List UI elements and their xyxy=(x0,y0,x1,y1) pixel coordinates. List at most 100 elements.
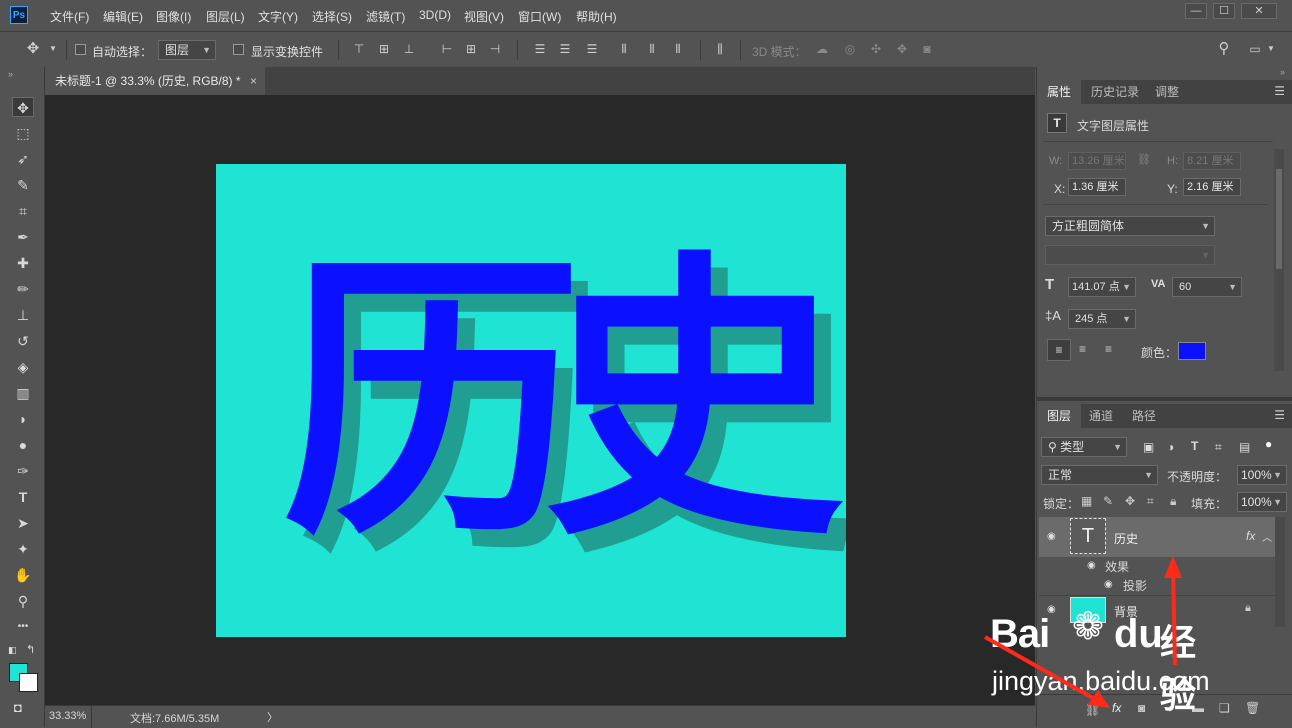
link-layers-icon[interactable]: ⛓ xyxy=(1085,703,1100,717)
tab-properties[interactable]: 属性 xyxy=(1037,80,1082,104)
menu-file[interactable]: 文件(F) xyxy=(50,8,89,25)
tab-paths[interactable]: 路径 xyxy=(1122,404,1166,428)
blur-tool-icon[interactable]: ◗ xyxy=(12,409,34,429)
filter-toggle-icon[interactable]: ● xyxy=(1265,437,1273,451)
3d-roll-icon[interactable]: ◎ xyxy=(843,42,857,56)
show-transform-checkbox[interactable] xyxy=(233,44,244,55)
distribute-bottom-icon[interactable]: ☰ xyxy=(585,42,599,56)
align-text-right-icon[interactable]: ≡ xyxy=(1105,342,1112,356)
3d-orbit-icon[interactable]: ☁ xyxy=(815,42,829,56)
eye-icon[interactable]: ◉ xyxy=(1104,580,1118,590)
collapse-effects-icon[interactable]: ︿ xyxy=(1262,529,1272,544)
quick-select-tool-icon[interactable]: ✎ xyxy=(12,175,34,195)
align-text-left-icon[interactable]: ≡ xyxy=(1047,339,1071,361)
filter-shape-icon[interactable]: ⌗ xyxy=(1215,440,1222,455)
delete-layer-icon[interactable]: 🗑︎ xyxy=(1245,701,1260,715)
brush-tool-icon[interactable]: ✏ xyxy=(12,279,34,299)
menu-view[interactable]: 视图(V) xyxy=(464,8,504,25)
3d-pan-icon[interactable]: ✣ xyxy=(869,42,883,56)
filter-smartobject-icon[interactable]: ▤ xyxy=(1239,440,1250,454)
lock-transparent-icon[interactable]: ▦ xyxy=(1081,494,1092,508)
collapse-icon[interactable]: » xyxy=(8,69,13,79)
align-bottom-icon[interactable]: ⊥ xyxy=(402,42,416,56)
distribute-left-icon[interactable]: ⫴ xyxy=(617,42,631,56)
lock-pixels-icon[interactable]: ✎ xyxy=(1103,494,1113,508)
opacity-field[interactable]: 100% ▼ xyxy=(1237,465,1287,485)
menu-window[interactable]: 窗口(W) xyxy=(518,8,561,25)
healing-tool-icon[interactable]: ✚ xyxy=(12,253,34,273)
quick-mask-icon[interactable]: ◘ xyxy=(14,700,22,715)
font-style-dropdown[interactable]: ▼ xyxy=(1045,245,1215,265)
lock-all-icon[interactable]: 🔒︎ xyxy=(1170,494,1176,509)
move-tool-preset-icon[interactable]: ✥ xyxy=(26,41,40,56)
status-more-icon[interactable]: 〉 xyxy=(267,709,278,725)
filter-adjustment-icon[interactable]: ◑ xyxy=(1167,440,1174,454)
menu-filter[interactable]: 滤镜(T) xyxy=(366,8,405,25)
properties-scrollbar[interactable] xyxy=(1274,149,1284,371)
font-size-field[interactable]: 141.07 点 ▼ xyxy=(1068,277,1136,297)
marquee-tool-icon[interactable]: ⬚ xyxy=(12,123,34,143)
background-color-swatch[interactable] xyxy=(19,673,38,692)
more-tool-icon[interactable]: ••• xyxy=(12,617,34,637)
eye-icon[interactable]: ◉ xyxy=(1087,561,1101,571)
align-hcenter-icon[interactable]: ⊞ xyxy=(464,42,478,56)
height-field[interactable]: 8.21 厘米 xyxy=(1183,152,1241,170)
leading-field[interactable]: 245 点 ▼ xyxy=(1068,309,1136,329)
align-right-icon[interactable]: ⊣ xyxy=(488,42,502,56)
search-icon[interactable]: ⚲ xyxy=(1217,41,1231,56)
shape-tool-icon[interactable]: ✦ xyxy=(12,539,34,559)
eraser-tool-icon[interactable]: ◈ xyxy=(12,357,34,377)
3d-camera-icon[interactable]: ◙ xyxy=(920,42,934,56)
menu-help[interactable]: 帮助(H) xyxy=(576,8,617,25)
menu-type[interactable]: 文字(Y) xyxy=(258,8,298,25)
move-tool-icon[interactable]: ✥ xyxy=(12,97,34,117)
distribute-right-icon[interactable]: ⫴ xyxy=(671,42,685,56)
font-family-dropdown[interactable]: 方正粗圆简体 ▼ xyxy=(1045,216,1215,236)
gradient-tool-icon[interactable]: ▥ xyxy=(12,383,34,403)
crop-tool-icon[interactable]: ⌗ xyxy=(12,201,34,221)
stamp-tool-icon[interactable]: ⊥ xyxy=(12,305,34,325)
eye-icon[interactable]: ◉ xyxy=(1047,532,1061,542)
drop-shadow-effect[interactable]: 投影 xyxy=(1123,577,1147,594)
workspace-icon[interactable]: ▭ xyxy=(1248,42,1262,56)
minimize-button[interactable]: — xyxy=(1185,3,1207,19)
tab-channels[interactable]: 通道 xyxy=(1079,404,1123,428)
artboard[interactable]: 历 史 历 史 xyxy=(216,164,846,637)
3d-slide-icon[interactable]: ✥ xyxy=(895,42,909,56)
collapse-icon[interactable]: » xyxy=(1280,67,1285,77)
layer-filter-dropdown[interactable]: ⚲ 类型 ▼ xyxy=(1041,437,1127,457)
maximize-button[interactable]: ☐ xyxy=(1213,3,1235,19)
align-left-icon[interactable]: ⊢ xyxy=(440,42,454,56)
auto-select-dropdown[interactable]: 图层 ▼ xyxy=(158,40,216,60)
text-color-swatch[interactable] xyxy=(1178,342,1206,360)
fill-field[interactable]: 100% ▼ xyxy=(1237,492,1287,512)
menu-layer[interactable]: 图层(L) xyxy=(206,8,245,25)
layers-scrollbar[interactable] xyxy=(1275,517,1285,627)
align-top-icon[interactable]: ⊤ xyxy=(352,42,366,56)
tab-layers[interactable]: 图层 xyxy=(1037,404,1082,428)
menu-3d[interactable]: 3D(D) xyxy=(419,8,451,22)
type-tool-icon[interactable]: T xyxy=(12,487,34,507)
filter-type-icon[interactable]: T xyxy=(1191,439,1198,453)
menu-select[interactable]: 选择(S) xyxy=(312,8,352,25)
panel-menu-icon[interactable]: ☰ xyxy=(1274,408,1285,422)
auto-select-checkbox[interactable] xyxy=(75,44,86,55)
document-tab[interactable]: 未标题-1 @ 33.3% (历史, RGB/8) * × xyxy=(45,67,265,95)
close-tab-icon[interactable]: × xyxy=(250,67,257,95)
panel-menu-icon[interactable]: ☰ xyxy=(1274,84,1285,98)
hand-tool-icon[interactable]: ✋ xyxy=(12,565,34,585)
distribute-hcenter-icon[interactable]: ⫴ xyxy=(645,42,659,56)
align-text-center-icon[interactable]: ≡ xyxy=(1079,342,1086,356)
swap-colors-icon[interactable]: ↰ xyxy=(26,643,35,656)
tracking-field[interactable]: 60 ▼ xyxy=(1172,277,1242,297)
filter-pixel-icon[interactable]: ▣ xyxy=(1143,440,1154,454)
tab-adjustments[interactable]: 调整 xyxy=(1145,80,1189,104)
blend-mode-dropdown[interactable]: 正常 ▼ xyxy=(1041,465,1158,485)
auto-align-icon[interactable]: ⫼ xyxy=(713,42,727,56)
zoom-tool-icon[interactable]: ⚲ xyxy=(12,591,34,611)
layer-name[interactable]: 历史 xyxy=(1114,530,1138,547)
lock-artboard-icon[interactable]: ⌗ xyxy=(1147,494,1154,509)
y-field[interactable]: 2.16 厘米 xyxy=(1183,178,1241,196)
distribute-top-icon[interactable]: ☰ xyxy=(533,42,547,56)
path-select-tool-icon[interactable]: ➤ xyxy=(12,513,34,533)
